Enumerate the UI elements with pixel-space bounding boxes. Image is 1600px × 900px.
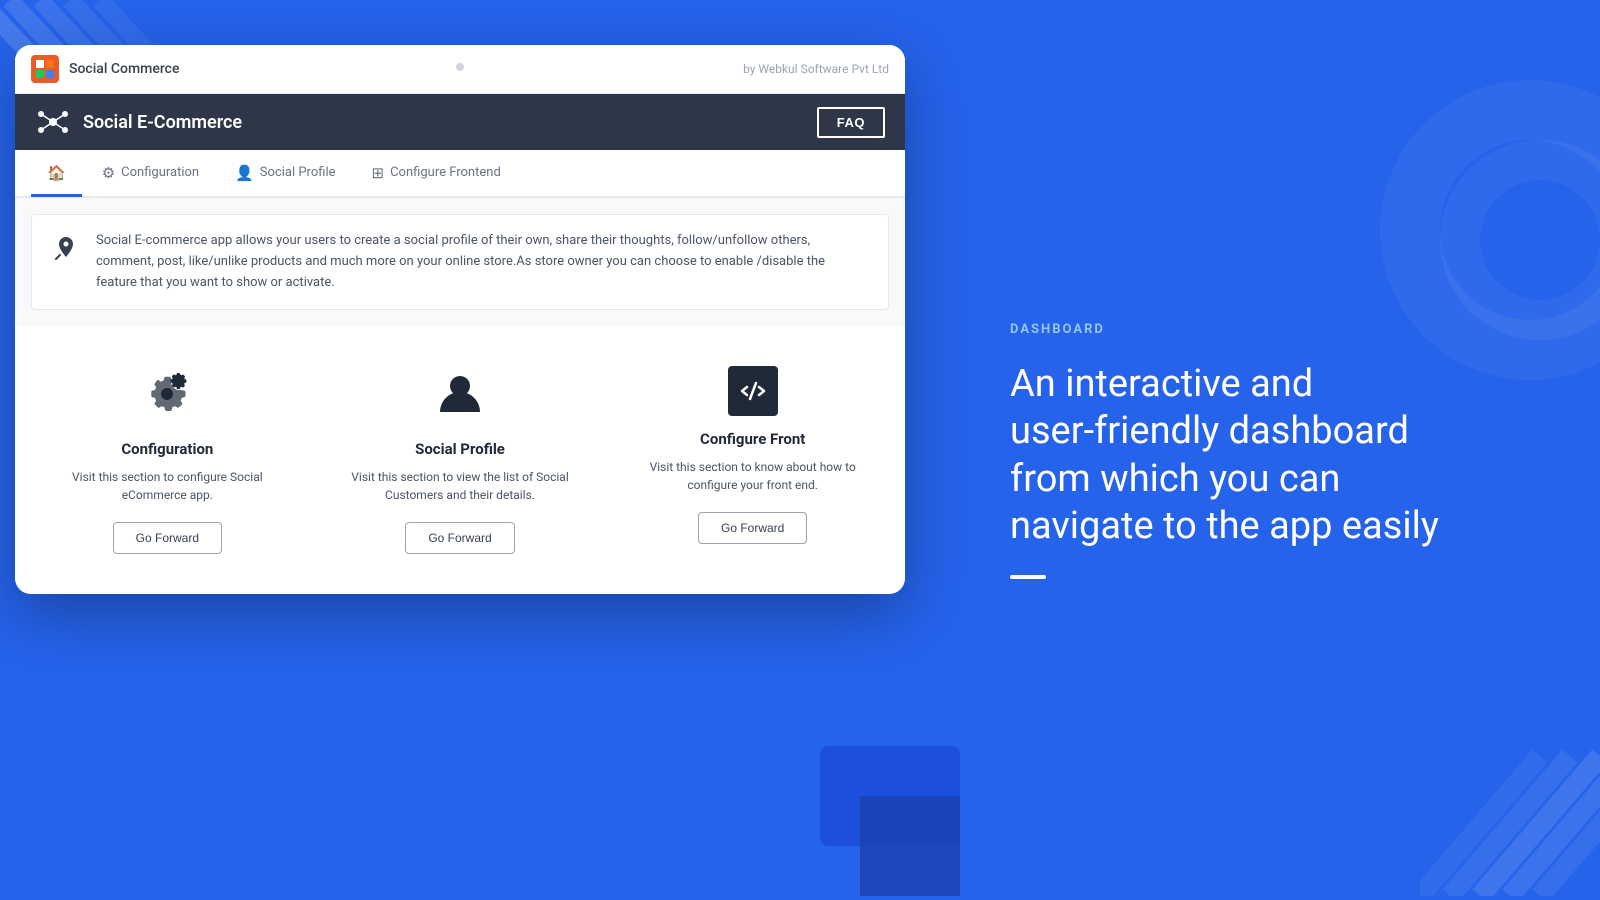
tab-social-profile[interactable]: 👤 Social Profile (219, 152, 351, 197)
code-icon-box (728, 366, 778, 416)
top-center-dot (456, 63, 464, 71)
tab-configuration-label: Configuration (121, 165, 199, 180)
pin-icon-wrap (52, 235, 80, 267)
app-icon (31, 55, 59, 83)
tab-nav: 🏠 ⚙ Configuration 👤 Social Profile ⊞ Con… (15, 150, 905, 198)
configure-front-card: Configure Front Visit this section to kn… (616, 356, 889, 554)
social-profile-card: Social Profile Visit this section to vie… (324, 356, 597, 564)
heading-line-3: from which you can (1010, 457, 1340, 501)
social-profile-go-forward-button[interactable]: Go Forward (405, 522, 514, 554)
browser-card: Social Commerce by Webkul Software Pvt L… (15, 45, 905, 594)
social-profile-card-desc: Visit this section to view the list of S… (334, 468, 587, 504)
configuration-icon (139, 366, 195, 422)
configuration-card-desc: Visit this section to configure Social e… (41, 468, 294, 504)
configuration-icon-wrap (139, 366, 195, 426)
faq-button[interactable]: FAQ (817, 107, 885, 138)
by-text: by Webkul Software Pvt Ltd (743, 62, 889, 76)
brand-icon (35, 104, 71, 140)
configure-front-go-forward-button[interactable]: Go Forward (698, 512, 807, 544)
heading-line-1: An interactive and (1010, 362, 1313, 406)
social-profile-card-title: Social Profile (415, 440, 505, 458)
tab-configuration[interactable]: ⚙ Configuration (86, 152, 215, 197)
tab-configure-frontend[interactable]: ⊞ Configure Frontend (356, 152, 517, 197)
brand-name: Social E-Commerce (83, 112, 242, 133)
browser-chrome-left: Social Commerce (31, 55, 180, 83)
nav-brand: Social E-Commerce (35, 104, 242, 140)
info-text: Social E-commerce app allows your users … (96, 231, 868, 293)
configure-front-icon-wrap (728, 366, 778, 416)
info-box: Social E-commerce app allows your users … (31, 214, 889, 310)
app-title-text: Social Commerce (69, 61, 180, 77)
heading-line-2: user-friendly dashboard (1010, 409, 1409, 453)
configuration-tab-icon: ⚙ (102, 164, 115, 182)
dashboard-heading: An interactive and user-friendly dashboa… (1010, 361, 1540, 551)
configure-frontend-tab-icon: ⊞ (372, 164, 385, 182)
social-profile-icon (432, 366, 488, 422)
nav-header: Social E-Commerce FAQ (15, 94, 905, 150)
tab-configure-frontend-label: Configure Frontend (390, 165, 501, 180)
pin-icon (52, 235, 80, 263)
configuration-card: Configuration Visit this section to conf… (31, 356, 304, 564)
bottom-right-stripe (1420, 696, 1600, 900)
cards-section: Configuration Visit this section to conf… (15, 326, 905, 594)
tab-home[interactable]: 🏠 (31, 152, 82, 197)
social-profile-tab-icon: 👤 (235, 164, 254, 182)
blue-accent-area (760, 746, 960, 900)
configuration-go-forward-button[interactable]: Go Forward (113, 522, 222, 554)
left-panel: Social Commerce by Webkul Software Pvt L… (0, 0, 960, 900)
heading-divider (1010, 575, 1046, 579)
configure-front-card-desc: Visit this section to know about how to … (626, 458, 879, 494)
configuration-card-title: Configuration (121, 440, 213, 458)
home-icon: 🏠 (47, 164, 66, 182)
right-panel: DASHBOARD An interactive and user-friend… (960, 0, 1600, 900)
tab-social-profile-label: Social Profile (260, 165, 336, 180)
code-icon (739, 377, 767, 405)
heading-line-4: navigate to the app easily (1010, 504, 1439, 548)
social-profile-icon-wrap (432, 366, 488, 426)
blue-accent-svg (760, 746, 960, 896)
configure-front-card-title: Configure Front (700, 430, 805, 448)
bottom-stripe-svg (1420, 696, 1600, 896)
